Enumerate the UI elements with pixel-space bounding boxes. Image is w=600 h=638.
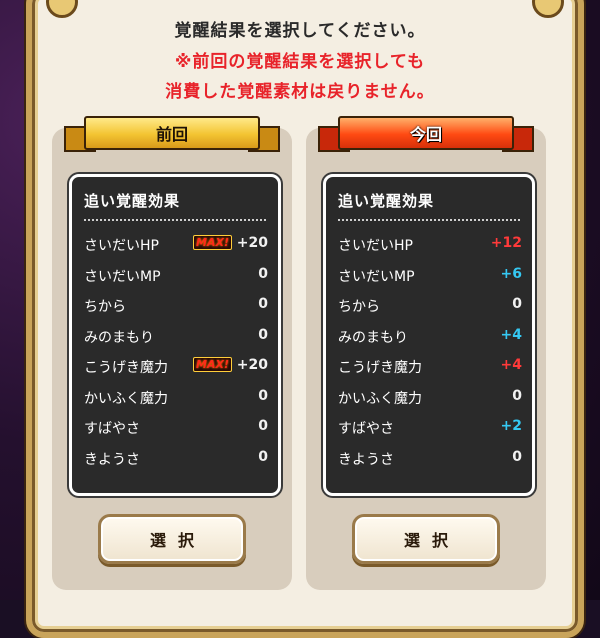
stat-label: すばやさ	[338, 421, 394, 437]
stat-row: さいだいHP MAX! +20	[84, 233, 268, 255]
stat-value: +4	[500, 326, 522, 343]
current-result-panel: 今回 追い覚醒効果 さいだいHP +12 さいだいMP +6 ちから 0 みのまもり +4 こう…	[306, 116, 546, 590]
stat-value: +20	[236, 357, 268, 373]
current-stats-table: 追い覚醒効果 さいだいHP +12 さいだいMP +6 ちから 0 みのまもり +4 こうげき魔…	[323, 174, 535, 496]
divider	[84, 219, 266, 221]
select-previous-button[interactable]: 選択	[98, 514, 246, 564]
stat-label: ちから	[338, 299, 380, 315]
stat-label: さいだいHP	[338, 238, 413, 254]
stat-label: さいだいMP	[84, 268, 161, 285]
stat-value: 0	[258, 326, 268, 343]
stat-value: 0	[258, 448, 268, 465]
stat-label: きようさ	[84, 451, 140, 468]
stat-value: 0	[512, 296, 522, 312]
table-title: 追い覚醒効果	[84, 192, 181, 210]
stat-row: きようさ 0	[338, 447, 522, 469]
max-badge-icon: MAX!	[193, 357, 232, 372]
stat-label: さいだいHP	[84, 238, 159, 254]
stat-row: さいだいMP 0	[84, 264, 268, 286]
warning-text-line2: 消費した覚醒素材は戻りません。	[165, 82, 435, 102]
previous-result-panel: 前回 追い覚醒効果 さいだいHP MAX! +20 さいだいMP 0 ちから 0 みのまもり 0…	[52, 116, 292, 590]
stat-row: みのまもり 0	[84, 325, 268, 347]
stat-value: +4	[500, 357, 522, 373]
select-current-button[interactable]: 選択	[352, 514, 500, 564]
stat-label: ちから	[84, 299, 126, 315]
stat-row: すばやさ 0	[84, 416, 268, 438]
stat-row: さいだいMP +6	[338, 264, 522, 286]
stat-row: さいだいHP +12	[338, 233, 522, 255]
stat-value: +6	[500, 265, 522, 282]
stat-row: みのまもり +4	[338, 325, 522, 347]
current-ribbon: 今回	[318, 116, 534, 152]
stat-row: ちから 0	[338, 294, 522, 316]
stat-value: 0	[512, 387, 522, 404]
stat-value: +2	[500, 418, 522, 434]
instruction-text: 覚醒結果を選択してください。	[174, 21, 426, 41]
previous-ribbon-label: 前回	[84, 116, 260, 150]
stat-value: 0	[512, 448, 522, 465]
stat-value: 0	[258, 265, 268, 282]
current-ribbon-label: 今回	[338, 116, 514, 150]
stat-label: こうげき魔力	[338, 360, 422, 376]
stat-value: +12	[490, 235, 522, 251]
stat-label: きようさ	[338, 451, 394, 468]
divider	[338, 219, 520, 221]
stat-row: きようさ 0	[84, 447, 268, 469]
warning-text-line1: ※前回の覚醒結果を選択しても	[174, 52, 426, 72]
stat-label: さいだいMP	[338, 268, 415, 285]
table-title: 追い覚醒効果	[338, 192, 435, 210]
stat-value: +20	[236, 235, 268, 251]
stat-label: すばやさ	[84, 421, 140, 437]
previous-stats-table: 追い覚醒効果 さいだいHP MAX! +20 さいだいMP 0 ちから 0 みのまもり 0 こうげ…	[69, 174, 281, 496]
stat-label: かいふく魔力	[338, 390, 422, 407]
stat-value: 0	[258, 387, 268, 404]
stat-value: 0	[258, 418, 268, 434]
max-badge-icon: MAX!	[193, 235, 232, 250]
stat-label: みのまもり	[84, 329, 154, 346]
stat-row: かいふく魔力 0	[338, 386, 522, 408]
stat-row: ちから 0	[84, 294, 268, 316]
stat-row: すばやさ +2	[338, 416, 522, 438]
stat-label: かいふく魔力	[84, 390, 168, 407]
stat-value: 0	[258, 296, 268, 312]
stat-row: こうげき魔力 MAX! +20	[84, 355, 268, 377]
stat-row: かいふく魔力 0	[84, 386, 268, 408]
stat-label: こうげき魔力	[84, 360, 168, 376]
previous-ribbon: 前回	[64, 116, 280, 152]
stat-row: こうげき魔力 +4	[338, 355, 522, 377]
stat-label: みのまもり	[338, 329, 408, 346]
